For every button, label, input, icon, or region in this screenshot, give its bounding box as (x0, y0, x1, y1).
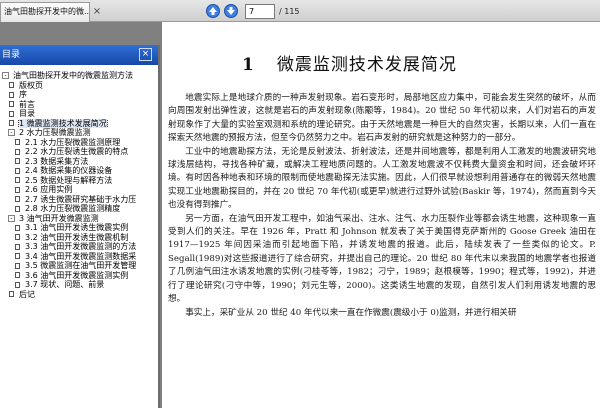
bookmark-page-icon (9, 110, 14, 117)
tab-close-button[interactable]: × (90, 5, 104, 19)
bookmark-label: 2.4 数据采集的仪器设备 (25, 166, 113, 175)
bookmark-item[interactable]: - 油气田勘探开发中的微震监测方法 (0, 71, 158, 81)
bookmark-page-icon (9, 91, 14, 98)
bookmark-page-icon (15, 243, 20, 250)
bookmark-item[interactable]: 2.4 数据采集的仪器设备 (0, 166, 158, 176)
bookmark-label: 3.6 油气田开发微震监测实例 (25, 270, 129, 280)
bookmark-label: 3.2 油气田开发诱生微震机制 (25, 232, 129, 242)
bookmark-item[interactable]: 2.6 应用实例 (0, 185, 158, 195)
tab-toolbar-strip: 油气田勘探开发中的微... × 7 / 115 (0, 0, 600, 22)
bookmark-item[interactable]: 2.1 水力压裂微震监测原理 (0, 138, 158, 148)
bookmark-item[interactable]: 2.5 数据处理与解释方法 (0, 176, 158, 186)
bookmark-label: 目录 (19, 109, 35, 118)
bookmark-label: 3.5 微震监测在油气田开发管理 (25, 261, 137, 270)
bookmark-item[interactable]: 2.8 水力压裂微震监测精度 (0, 204, 158, 214)
bookmark-item[interactable]: 3.4 油气田开发微震监测数据采 (0, 252, 158, 262)
bookmark-label: 2.6 应用实例 (25, 185, 73, 194)
page-total-label: / 115 (279, 6, 300, 16)
bookmark-page-icon (15, 148, 20, 155)
bookmark-page-icon (15, 167, 20, 174)
bookmark-item[interactable]: 2.3 数据采集方法 (0, 157, 158, 167)
paragraph: 另一方面，在油气田开发工程中，如油气采出、注水、注气、水力压裂作业等都会诱生地震… (168, 213, 596, 305)
bookmark-label: 2.1 水力压裂微震监测原理 (25, 137, 121, 147)
bookmark-label: 1 微震监测技术发展简况 (18, 118, 108, 128)
bookmark-page-icon (15, 205, 20, 212)
bookmark-label: 2 水力压裂微震监测 (19, 128, 91, 137)
sidebar-close-button[interactable]: × (139, 48, 152, 61)
bookmark-label: 3.4 油气田开发微震监测数据采 (25, 251, 137, 261)
collapse-toggle-icon[interactable]: - (8, 129, 15, 136)
bookmark-page-icon (15, 234, 20, 240)
document-page: 1 微震监测技术发展简况 地震实际上是地球介质的一种声发射现象。岩石变形时，局部地… (162, 22, 600, 408)
bookmark-page-icon (15, 158, 20, 164)
bookmark-page-icon (15, 224, 20, 231)
bookmark-tree: - 油气田勘探开发中的微震监测方法 版权页序前言 目录 1 微震监测技术发展简况 -2 水… (0, 71, 158, 408)
bookmark-page-icon (15, 253, 20, 259)
bookmark-label: 油气田勘探开发中的微震监测方法 (13, 71, 133, 80)
bookmark-page-icon (9, 120, 14, 126)
bookmark-page-icon (15, 281, 20, 288)
bookmark-label: 2.3 数据采集方法 (25, 156, 89, 166)
bookmark-page-icon (9, 82, 14, 88)
bookmark-item[interactable]: 后记 (0, 290, 158, 300)
bookmark-item[interactable]: 2.2 水力压裂诱生微震的特点 (0, 147, 158, 157)
document-tab-title: 油气田勘探开发中的微... (4, 7, 90, 16)
bookmark-item[interactable]: 序 (0, 90, 158, 100)
bookmark-item[interactable]: 版权页 (0, 81, 158, 91)
chapter-title: 微震监测技术发展简况 (276, 55, 457, 75)
bookmark-label: 3 油气田开发微震监测 (19, 213, 99, 223)
paragraph: 工业中的地震勘探方法，无论是反射波法、折射波法，还是井间地震等，都是利用人工激发… (168, 146, 596, 211)
previous-page-button[interactable] (205, 3, 221, 19)
bookmark-item[interactable]: 3.2 油气田开发诱生微震机制 (0, 233, 158, 243)
bookmark-label: 前言 (19, 99, 35, 109)
bookmark-label: 2.8 水力压裂微震监测精度 (25, 204, 121, 213)
bookmark-item[interactable]: -3 油气田开发微震监测 (0, 214, 158, 224)
bookmark-item[interactable]: 3.3 油气田开发微震监测的方法 (0, 242, 158, 252)
bookmark-label: 2.2 水力压裂诱生微震的特点 (25, 147, 129, 156)
page-navigation: 7 / 115 (205, 3, 300, 19)
collapse-toggle-icon[interactable]: - (8, 214, 15, 222)
bookmark-page-icon (15, 139, 20, 145)
bookmark-label: 序 (19, 90, 27, 99)
arrow-up-icon (206, 4, 220, 18)
bookmark-item[interactable]: 3.7 现状、问题、前景 (0, 280, 158, 290)
arrow-down-icon (224, 4, 238, 18)
bookmark-page-icon (9, 291, 14, 297)
bookmark-label: 2.7 诱生微震研究基础于水力压 (25, 194, 137, 204)
bookmark-page-icon (15, 272, 20, 278)
bookmark-item[interactable]: 2.7 诱生微震研究基础于水力压 (0, 195, 158, 205)
paragraph: 事实上，采矿业从 20 世纪 40 年代以来一直在作微震(震级小于 0)监测，并… (185, 307, 517, 318)
bookmark-item[interactable]: -2 水力压裂微震监测 (0, 128, 158, 138)
chapter-body: 地震实际上是地球介质的一种声发射现象。岩石变形时，局部地区应力集中，可能会发生突… (168, 92, 596, 320)
bookmark-page-icon (15, 196, 20, 202)
bookmark-label: 2.5 数据处理与解释方法 (25, 175, 113, 185)
chapter-heading: 1 微震监测技术发展简况 (242, 50, 457, 75)
next-page-button[interactable] (223, 3, 239, 19)
bookmark-item[interactable]: 3.1 油气田开发诱生微震实例 (0, 223, 158, 233)
paragraph: 地震实际上是地球介质的一种声发射现象。岩石变形时，局部地区应力集中，可能会发生突… (168, 93, 596, 144)
bookmark-page-icon (9, 101, 14, 107)
bookmark-sidebar: 目录 × - 油气田勘探开发中的微震监测方法 版权页序前言 目录 1 微震监测技术发展简… (0, 45, 160, 408)
bookmark-label: 3.1 油气田开发诱生微震实例 (25, 223, 129, 232)
page-number-input[interactable]: 7 (245, 3, 275, 19)
sidebar-header: 目录 × (0, 45, 158, 65)
sidebar-title: 目录 (2, 50, 21, 60)
collapse-toggle-icon[interactable]: - (2, 72, 9, 79)
chapter-number: 1 (242, 55, 255, 75)
bookmark-item[interactable]: 3.6 油气田开发微震监测实例 (0, 271, 158, 281)
bookmark-page-icon (15, 186, 20, 193)
bookmark-label: 3.3 油气田开发微震监测的方法 (25, 242, 137, 251)
bookmark-label: 后记 (19, 289, 35, 299)
bookmark-item[interactable]: 目录 (0, 109, 158, 119)
bookmark-page-icon (15, 262, 20, 269)
bookmark-page-icon (15, 177, 20, 183)
bookmark-item[interactable]: 前言 (0, 100, 158, 110)
bookmark-label: 3.7 现状、问题、前景 (25, 280, 105, 289)
document-tab[interactable]: 油气田勘探开发中的微... (0, 2, 90, 22)
bookmark-item[interactable]: 1 微震监测技术发展简况 (0, 118, 158, 128)
bookmark-item[interactable]: 3.5 微震监测在油气田开发管理 (0, 261, 158, 271)
bookmark-label: 版权页 (19, 80, 43, 90)
